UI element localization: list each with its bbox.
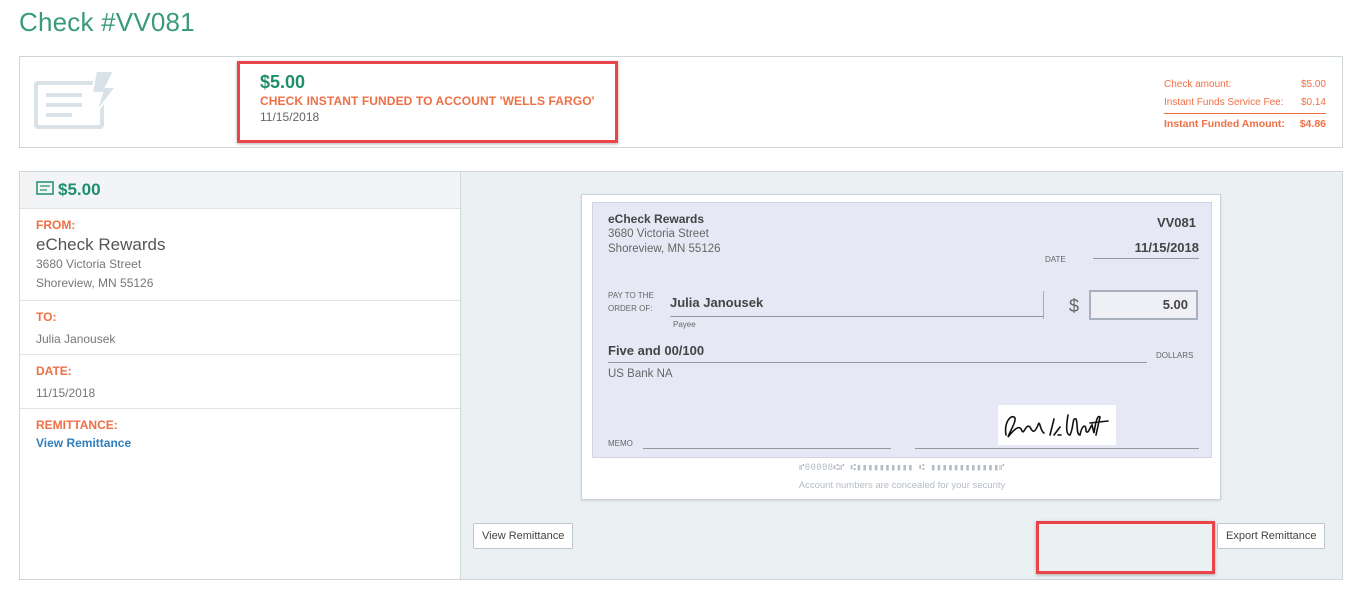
check-details-panel: $5.00 FROM: eCheck Rewards 3680 Victoria…	[19, 171, 1343, 580]
check-date-label: DATE	[1045, 255, 1066, 264]
check-payer-address1: 3680 Victoria Street	[608, 228, 709, 240]
check-preview-area: eCheck Rewards 3680 Victoria Street Shor…	[461, 172, 1342, 579]
payee-divider	[1043, 291, 1044, 319]
to-label: TO:	[36, 310, 57, 324]
memo-label: MEMO	[608, 439, 633, 448]
signature-image	[998, 405, 1116, 445]
page-title: Check #VV081	[19, 7, 195, 37]
highlight-box-status	[237, 61, 618, 143]
funding-summary-panel: $5.00 CHECK INSTANT FUNDED TO ACCOUNT 'W…	[19, 56, 1343, 148]
fee-row-total: Instant Funded Amount: $4.86	[1164, 113, 1326, 133]
pay-to-label-line1: PAY TO THE	[608, 291, 654, 300]
remittance-label: REMITTANCE:	[36, 418, 118, 432]
signature-line	[915, 448, 1199, 449]
fee-value: $5.00	[1300, 78, 1326, 90]
fee-row-service-fee: Instant Funds Service Fee: $0.14	[1164, 93, 1326, 111]
micr-line: ⑈00008⑆⑈ ⑆▮▮▮▮▮▮▮▮▮▮ ⑆ ▮▮▮▮▮▮▮▮▮▮▮▮⑈	[799, 463, 1005, 473]
fee-label: Instant Funds Service Fee:	[1164, 96, 1284, 108]
check-icon	[36, 180, 54, 200]
check-date: 11/15/2018	[1093, 240, 1199, 259]
remittance-section: REMITTANCE: View Remittance	[20, 409, 460, 459]
check-payer: eCheck Rewards	[608, 212, 705, 226]
date-value: 11/15/2018	[36, 386, 96, 400]
fee-row-check-amount: Check amount: $5.00	[1164, 75, 1326, 93]
check-image: eCheck Rewards 3680 Victoria Street Shor…	[581, 194, 1221, 500]
view-remittance-button[interactable]: View Remittance	[473, 523, 574, 549]
details-sidebar: $5.00 FROM: eCheck Rewards 3680 Victoria…	[20, 172, 461, 579]
pay-to-label: PAY TO THE ORDER OF:	[608, 289, 654, 315]
payee-label: Payee	[673, 320, 696, 329]
check-payer-address2: Shoreview, MN 55126	[608, 243, 721, 255]
to-name: Julia Janousek	[36, 332, 116, 346]
check-bank: US Bank NA	[608, 368, 673, 380]
date-label: DATE:	[36, 364, 72, 378]
concealed-notice: Account numbers are concealed for your s…	[798, 480, 1006, 491]
check-amount-words: Five and 00/100	[608, 343, 1147, 363]
fee-value: $0.14	[1300, 96, 1326, 108]
fee-breakdown: Check amount: $5.00 Instant Funds Servic…	[1164, 75, 1326, 133]
check-face: eCheck Rewards 3680 Victoria Street Shor…	[592, 202, 1212, 458]
from-section: FROM: eCheck Rewards 3680 Victoria Stree…	[20, 209, 460, 301]
export-remittance-button[interactable]: Export Remittance	[1217, 523, 1326, 549]
check-amount-box: 5.00	[1089, 290, 1198, 320]
from-label: FROM:	[36, 218, 76, 232]
memo-line	[643, 448, 891, 449]
total-value: $4.86	[1299, 117, 1326, 130]
from-address-line2: Shoreview, MN 55126	[36, 276, 154, 290]
date-section: DATE: 11/15/2018	[20, 355, 460, 409]
highlight-box-export	[1036, 521, 1215, 574]
from-address-line1: 3680 Victoria Street	[36, 257, 142, 271]
details-amount: $5.00	[58, 180, 101, 199]
view-remittance-link[interactable]: View Remittance	[36, 436, 444, 450]
from-name: eCheck Rewards	[36, 235, 166, 254]
pay-to-label-line2: ORDER OF:	[608, 304, 653, 313]
fee-label: Check amount:	[1164, 78, 1232, 90]
dollar-sign: $	[1069, 296, 1080, 316]
dollars-label: DOLLARS	[1156, 351, 1194, 360]
total-label: Instant Funded Amount:	[1164, 117, 1285, 130]
to-section: TO: Julia Janousek	[20, 301, 460, 355]
instant-check-icon	[34, 69, 119, 133]
details-header: $5.00	[20, 172, 460, 209]
check-number: VV081	[1156, 215, 1196, 230]
check-payee: Julia Janousek	[670, 295, 1043, 317]
